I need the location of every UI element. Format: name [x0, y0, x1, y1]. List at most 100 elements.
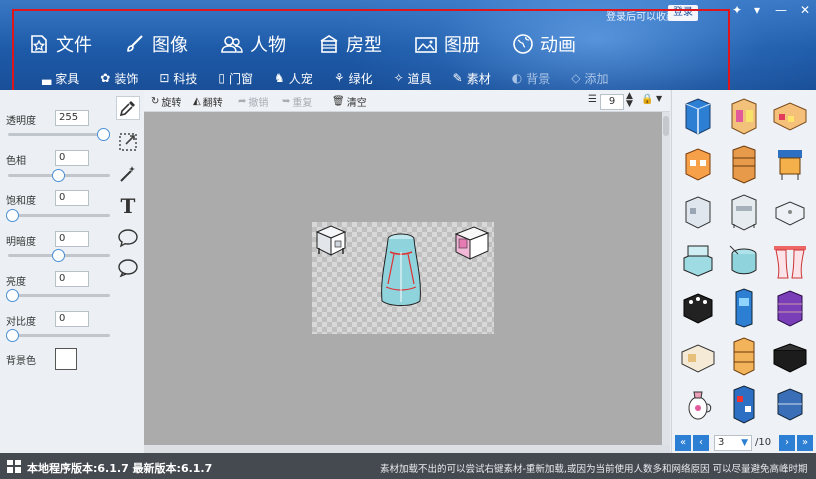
text-tool[interactable]: T [116, 194, 140, 218]
list-toggle[interactable]: ☰ [588, 94, 597, 105]
minimize-icon[interactable]: — [772, 3, 790, 17]
contrast-slider[interactable] [8, 334, 110, 337]
gallery-item[interactable] [770, 96, 810, 136]
brightness-input[interactable]: 0 [55, 271, 89, 287]
subnav-background-label: 背景 [526, 71, 551, 86]
nav-file-label: 文件 [56, 35, 92, 56]
gallery-item[interactable] [678, 336, 718, 376]
gallery-item[interactable] [678, 192, 718, 232]
transparent-canvas[interactable] [312, 222, 494, 334]
gallery-item[interactable] [724, 384, 764, 424]
opacity-label: 透明度 [6, 116, 36, 127]
subnav-furniture[interactable]: ▃ 家具 [42, 69, 79, 87]
gallery-item[interactable] [724, 288, 764, 328]
contrast-input[interactable]: 0 [55, 311, 89, 327]
canvas-area[interactable] [144, 112, 670, 445]
gallery-item[interactable] [770, 288, 810, 328]
nav-image[interactable]: 图像 [124, 30, 188, 58]
shade-slider-thumb[interactable] [52, 249, 65, 262]
skin-icon[interactable]: ✦ [728, 3, 746, 17]
vertical-scroll-thumb[interactable] [663, 116, 669, 136]
gallery-item[interactable] [724, 96, 764, 136]
nav-room[interactable]: 房型 [318, 30, 382, 58]
rotate-button[interactable]: ↻ 旋转 [151, 94, 181, 109]
page-select[interactable]: 3 ▼ [714, 435, 752, 451]
contrast-slider-thumb[interactable] [6, 329, 19, 342]
next-page-button[interactable]: › [779, 435, 795, 451]
gallery-item[interactable] [724, 336, 764, 376]
gallery-item[interactable] [724, 240, 764, 280]
gallery-item[interactable] [678, 96, 718, 136]
brightness-slider-thumb[interactable] [6, 289, 19, 302]
photo-album-icon [415, 37, 437, 53]
last-page-button[interactable]: » [797, 435, 813, 451]
hue-input[interactable]: 0 [55, 150, 89, 166]
canvas-horizontal-scrollbar[interactable] [144, 445, 670, 453]
opacity-slider-thumb[interactable] [97, 128, 110, 141]
saturation-input[interactable]: 0 [55, 190, 89, 206]
saturation-slider-thumb[interactable] [6, 209, 19, 222]
clear-button[interactable]: 🗑 清空 [332, 94, 367, 109]
subnav-background[interactable]: ◐ 背景 [512, 69, 551, 87]
gallery-item[interactable] [770, 336, 810, 376]
picker-tool[interactable] [116, 96, 140, 120]
background-color-swatch[interactable] [55, 348, 77, 370]
gallery-item[interactable] [770, 192, 810, 232]
subnav-plant[interactable]: ⚘ 绿化 [334, 69, 373, 87]
bubble-tool-2[interactable] [116, 256, 140, 280]
bubble-tool[interactable] [116, 226, 140, 250]
asset-gallery: « ‹ 3 ▼ /10 › » [671, 90, 816, 453]
undo-button[interactable]: ➦ 撤销 [238, 94, 268, 109]
subnav-plant-label: 绿化 [348, 71, 373, 86]
canvas-item-vase[interactable] [378, 232, 424, 312]
login-button[interactable]: 登录 [668, 5, 698, 21]
flip-button[interactable]: ◭ 翻转 [193, 94, 223, 109]
redo-button[interactable]: ➥ 重复 [282, 94, 312, 109]
gallery-item[interactable] [724, 192, 764, 232]
gallery-item[interactable] [770, 144, 810, 184]
plant-icon: ⚘ [333, 71, 345, 85]
canvas-vertical-scrollbar[interactable] [662, 112, 670, 445]
subnav-add[interactable]: ◇ 添加 [571, 69, 608, 87]
close-icon[interactable]: ✕ [796, 3, 814, 17]
first-page-button[interactable]: « [675, 435, 691, 451]
saturation-slider[interactable] [8, 214, 110, 217]
nav-people-label: 人物 [250, 35, 286, 56]
layer-input[interactable]: 9 [600, 94, 624, 110]
gallery-item[interactable] [678, 384, 718, 424]
nav-album[interactable]: 图册 [414, 30, 480, 58]
prop-icon: ✧ [393, 71, 404, 85]
subnav-door[interactable]: ▯ 门窗 [218, 69, 253, 87]
material-icon: ✎ [452, 71, 463, 85]
opacity-input[interactable]: 255 [55, 110, 89, 126]
subnav-tech[interactable]: ⊡ 科技 [159, 69, 197, 87]
lock-button[interactable]: 🔒 [641, 94, 653, 105]
prev-page-button[interactable]: ‹ [693, 435, 709, 451]
gallery-item[interactable] [678, 240, 718, 280]
brightness-label: 亮度 [6, 277, 26, 288]
nav-animation[interactable]: 动画 [512, 30, 576, 58]
nav-people[interactable]: 人物 [220, 30, 286, 58]
canvas-item-box[interactable] [452, 224, 492, 264]
brightness-slider[interactable] [8, 294, 110, 297]
layer-stepper[interactable]: ▲ ▼ [626, 92, 633, 109]
subnav-material[interactable]: ✎ 素材 [453, 69, 491, 87]
rotate-icon: ↻ [151, 96, 160, 107]
gallery-item[interactable] [724, 144, 764, 184]
subnav-prop[interactable]: ✧ 道具 [394, 69, 432, 87]
hue-slider-thumb[interactable] [52, 169, 65, 182]
shade-input[interactable]: 0 [55, 231, 89, 247]
nav-file[interactable]: 文件 [28, 30, 92, 58]
magic-tool[interactable] [116, 162, 140, 186]
crop-tool[interactable] [116, 130, 140, 154]
gallery-item[interactable] [678, 288, 718, 328]
menu-icon[interactable]: ▾ [748, 3, 766, 17]
gallery-item[interactable] [678, 144, 718, 184]
gallery-item[interactable] [770, 240, 810, 280]
subnav-decor[interactable]: ✿ 装饰 [100, 69, 138, 87]
lock-dropdown[interactable]: ▼ [656, 94, 662, 103]
gallery-item[interactable] [770, 384, 810, 424]
canvas-item-cabinet[interactable] [314, 224, 348, 260]
opacity-slider[interactable] [8, 133, 110, 136]
subnav-pet[interactable]: ♞ 人宠 [274, 69, 313, 87]
